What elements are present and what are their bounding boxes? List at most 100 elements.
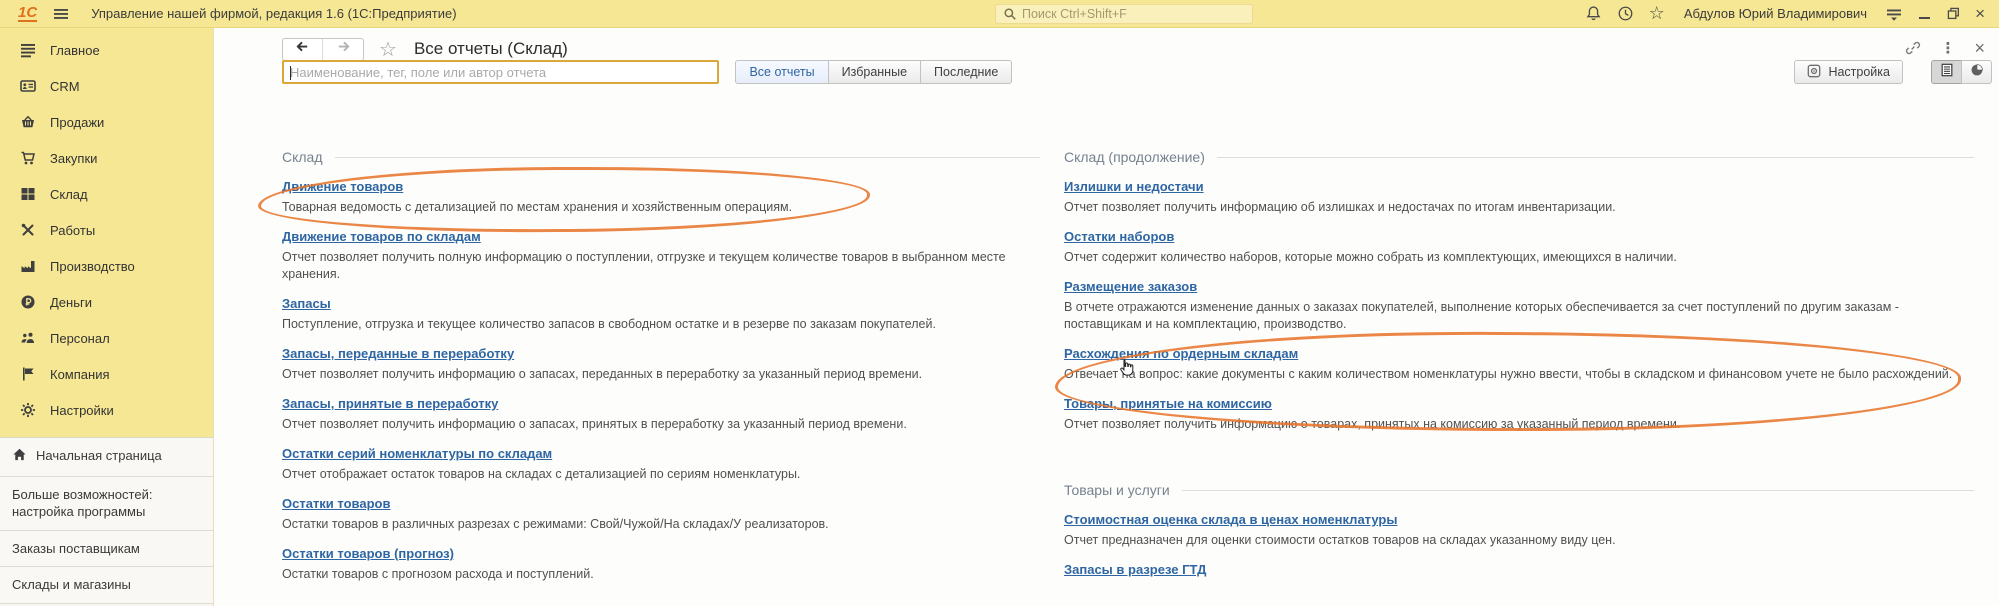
report-search-field[interactable] [282,60,719,84]
sidebar-item-cart[interactable]: Закупки [0,140,213,176]
report-link[interactable]: Стоимостная оценка склада в ценах номенк… [1064,512,1397,528]
sidebar-item-label: Закупки [50,151,97,166]
report-link[interactable]: Запасы, переданные в переработку [282,346,514,362]
sidebar-footer-item[interactable]: Заказы поставщикам [0,531,213,568]
sidebar: Главное CRM Продажи Закупки СкладРаботы Произ… [0,28,213,606]
topbar-right-controls: ☆ Абдулов Юрий Владимирович × [1585,5,1989,22]
report-description: Отчет отображает остаток товаров на скла… [282,466,1040,483]
global-search[interactable] [995,4,1253,24]
sidebar-item-basket[interactable]: Продажи [0,104,213,140]
settings-button-label: Настройка [1828,65,1890,79]
hand-cursor [1116,356,1137,384]
filter-button[interactable]: Все отчеты [735,60,828,84]
history-icon[interactable] [1617,5,1634,22]
navigation-buttons [282,38,364,61]
sidebar-footer-item-label: Больше возможностей: настройка программы [12,486,203,521]
sidebar-item-works[interactable]: Работы [0,212,213,248]
filter-button[interactable]: Избранные [828,60,921,84]
report-link[interactable]: Запасы в разрезе ГТД [1064,562,1206,578]
sidebar-item-menu-lines[interactable]: Главное [0,32,213,68]
sidebar-footer-item-label: Склады и магазины [12,576,131,594]
report-link[interactable]: Остатки наборов [1064,229,1174,245]
arrow-back-icon [295,39,310,59]
main-menu-caret-icon[interactable] [1886,6,1902,22]
1c-logo[interactable]: 1С [18,6,37,22]
report-link[interactable]: Движение товаров по складам [282,229,481,245]
sidebar-item-people[interactable]: Персонал [0,320,213,356]
view-toggle [1931,60,1992,84]
report-link[interactable]: Расхождения по ордерным складам [1064,346,1298,362]
report-link[interactable]: Излишки и недостачи [1064,179,1204,195]
arrow-forward-icon [336,39,351,59]
report-link[interactable]: Запасы [282,296,331,312]
back-button[interactable] [283,39,323,60]
main-area: ☆ Все отчеты (Склад) ⋮ × Все отчетыИзбра… [213,28,1999,606]
report-link[interactable]: Остатки товаров [282,496,390,512]
report-search-input[interactable] [290,65,711,80]
top-bar: 1С Управление нашей фирмой, редакция 1.6… [0,0,1999,28]
report-link[interactable]: Запасы, принятые в переработку [282,396,498,412]
list-view-button[interactable] [1931,60,1962,84]
sidebar-footer-item-label: Заказы поставщикам [12,540,140,558]
sidebar-item-flag[interactable]: Компания [0,356,213,392]
report-item: Расхождения по ордерным складам Отвечает … [1064,345,1974,383]
search-icon [1003,7,1017,21]
sidebar-item-label: Компания [50,367,110,382]
report-item: Товары, принятые на комиссиюОтчет позвол… [1064,395,1974,433]
sidebar-footer-item-label: Начальная страница [36,447,162,465]
sidebar-item-label: CRM [50,79,80,94]
report-description: Отвечает на вопрос: какие документы с ка… [1064,366,1974,383]
home-icon [12,447,27,467]
sidebar-item-money[interactable]: Деньги [0,284,213,320]
report-link[interactable]: Размещение заказов [1064,279,1197,295]
app-title: Управление нашей фирмой, редакция 1.6 (1… [91,6,456,21]
user-name[interactable]: Абдулов Юрий Владимирович [1684,6,1867,21]
more-menu-icon[interactable]: ⋮ [1940,39,1955,57]
minimize-icon[interactable] [1919,8,1930,19]
report-description: Отчет позволяет получить полную информац… [282,249,1040,283]
section-header: Товары и услуги [1064,482,1170,498]
sidebar-item-gear[interactable]: Настройки [0,392,213,428]
toolbar: Все отчетыИзбранныеПоследние Настройка [282,60,1999,86]
settings-button[interactable]: Настройка [1794,60,1903,84]
sidebar-footer-item[interactable]: Начальная страница [0,438,213,477]
sidebar-footer-item[interactable]: Склады и магазины [0,567,213,604]
forward-button[interactable] [323,39,363,60]
factory-icon [19,258,36,274]
restore-window-icon[interactable] [1947,7,1960,20]
close-page-icon[interactable]: × [1974,41,1985,55]
report-item: Запасы в разрезе ГТД [1064,561,1974,582]
sidebar-item-factory[interactable]: Производство [0,248,213,284]
favorites-star-icon[interactable]: ☆ [1649,6,1665,22]
chart-view-button[interactable] [1961,60,1992,84]
sidebar-item-label: Главное [50,43,100,58]
section-divider [1217,157,1974,158]
sidebar-item-label: Деньги [50,295,92,310]
report-description: Остатки товаров в различных разрезах с р… [282,516,1040,533]
page-header: ☆ Все отчеты (Склад) ⋮ × [282,36,1999,62]
flag-icon [19,366,36,382]
pie-chart-icon [1970,63,1984,82]
report-section: Склад (продолжение)Излишки и недостачиОт… [1064,148,1974,433]
sidebar-footer-item[interactable]: Больше возможностей: настройка программы [0,477,213,531]
money-icon [19,294,36,310]
report-description: Отчет предназначен для оценки стоимости … [1064,532,1974,549]
section-header: Склад [282,149,323,165]
sidebar-item-label: Производство [50,259,135,274]
close-window-icon[interactable]: × [1975,7,1985,21]
report-link[interactable]: Товары, принятые на комиссию [1064,396,1272,412]
notifications-bell-icon[interactable] [1585,5,1602,22]
sidebar-item-crm[interactable]: CRM [0,68,213,104]
report-link[interactable]: Остатки товаров (прогноз) [282,546,454,562]
page-actions: ⋮ × [1905,39,1985,57]
report-link[interactable]: Движение товаров [282,179,403,195]
report-link[interactable]: Остатки серий номенклатуры по складам [282,446,552,462]
get-link-icon[interactable] [1905,40,1921,56]
hamburger-menu-icon[interactable] [53,6,69,22]
sidebar-item-warehouse[interactable]: Склад [0,176,213,212]
favorite-page-star-icon[interactable]: ☆ [379,40,397,58]
report-item: ЗапасыПоступление, отгрузка и текущее ко… [282,295,1040,333]
gear-icon [19,402,36,418]
filter-button[interactable]: Последние [920,60,1012,84]
global-search-input[interactable] [1022,7,1245,21]
